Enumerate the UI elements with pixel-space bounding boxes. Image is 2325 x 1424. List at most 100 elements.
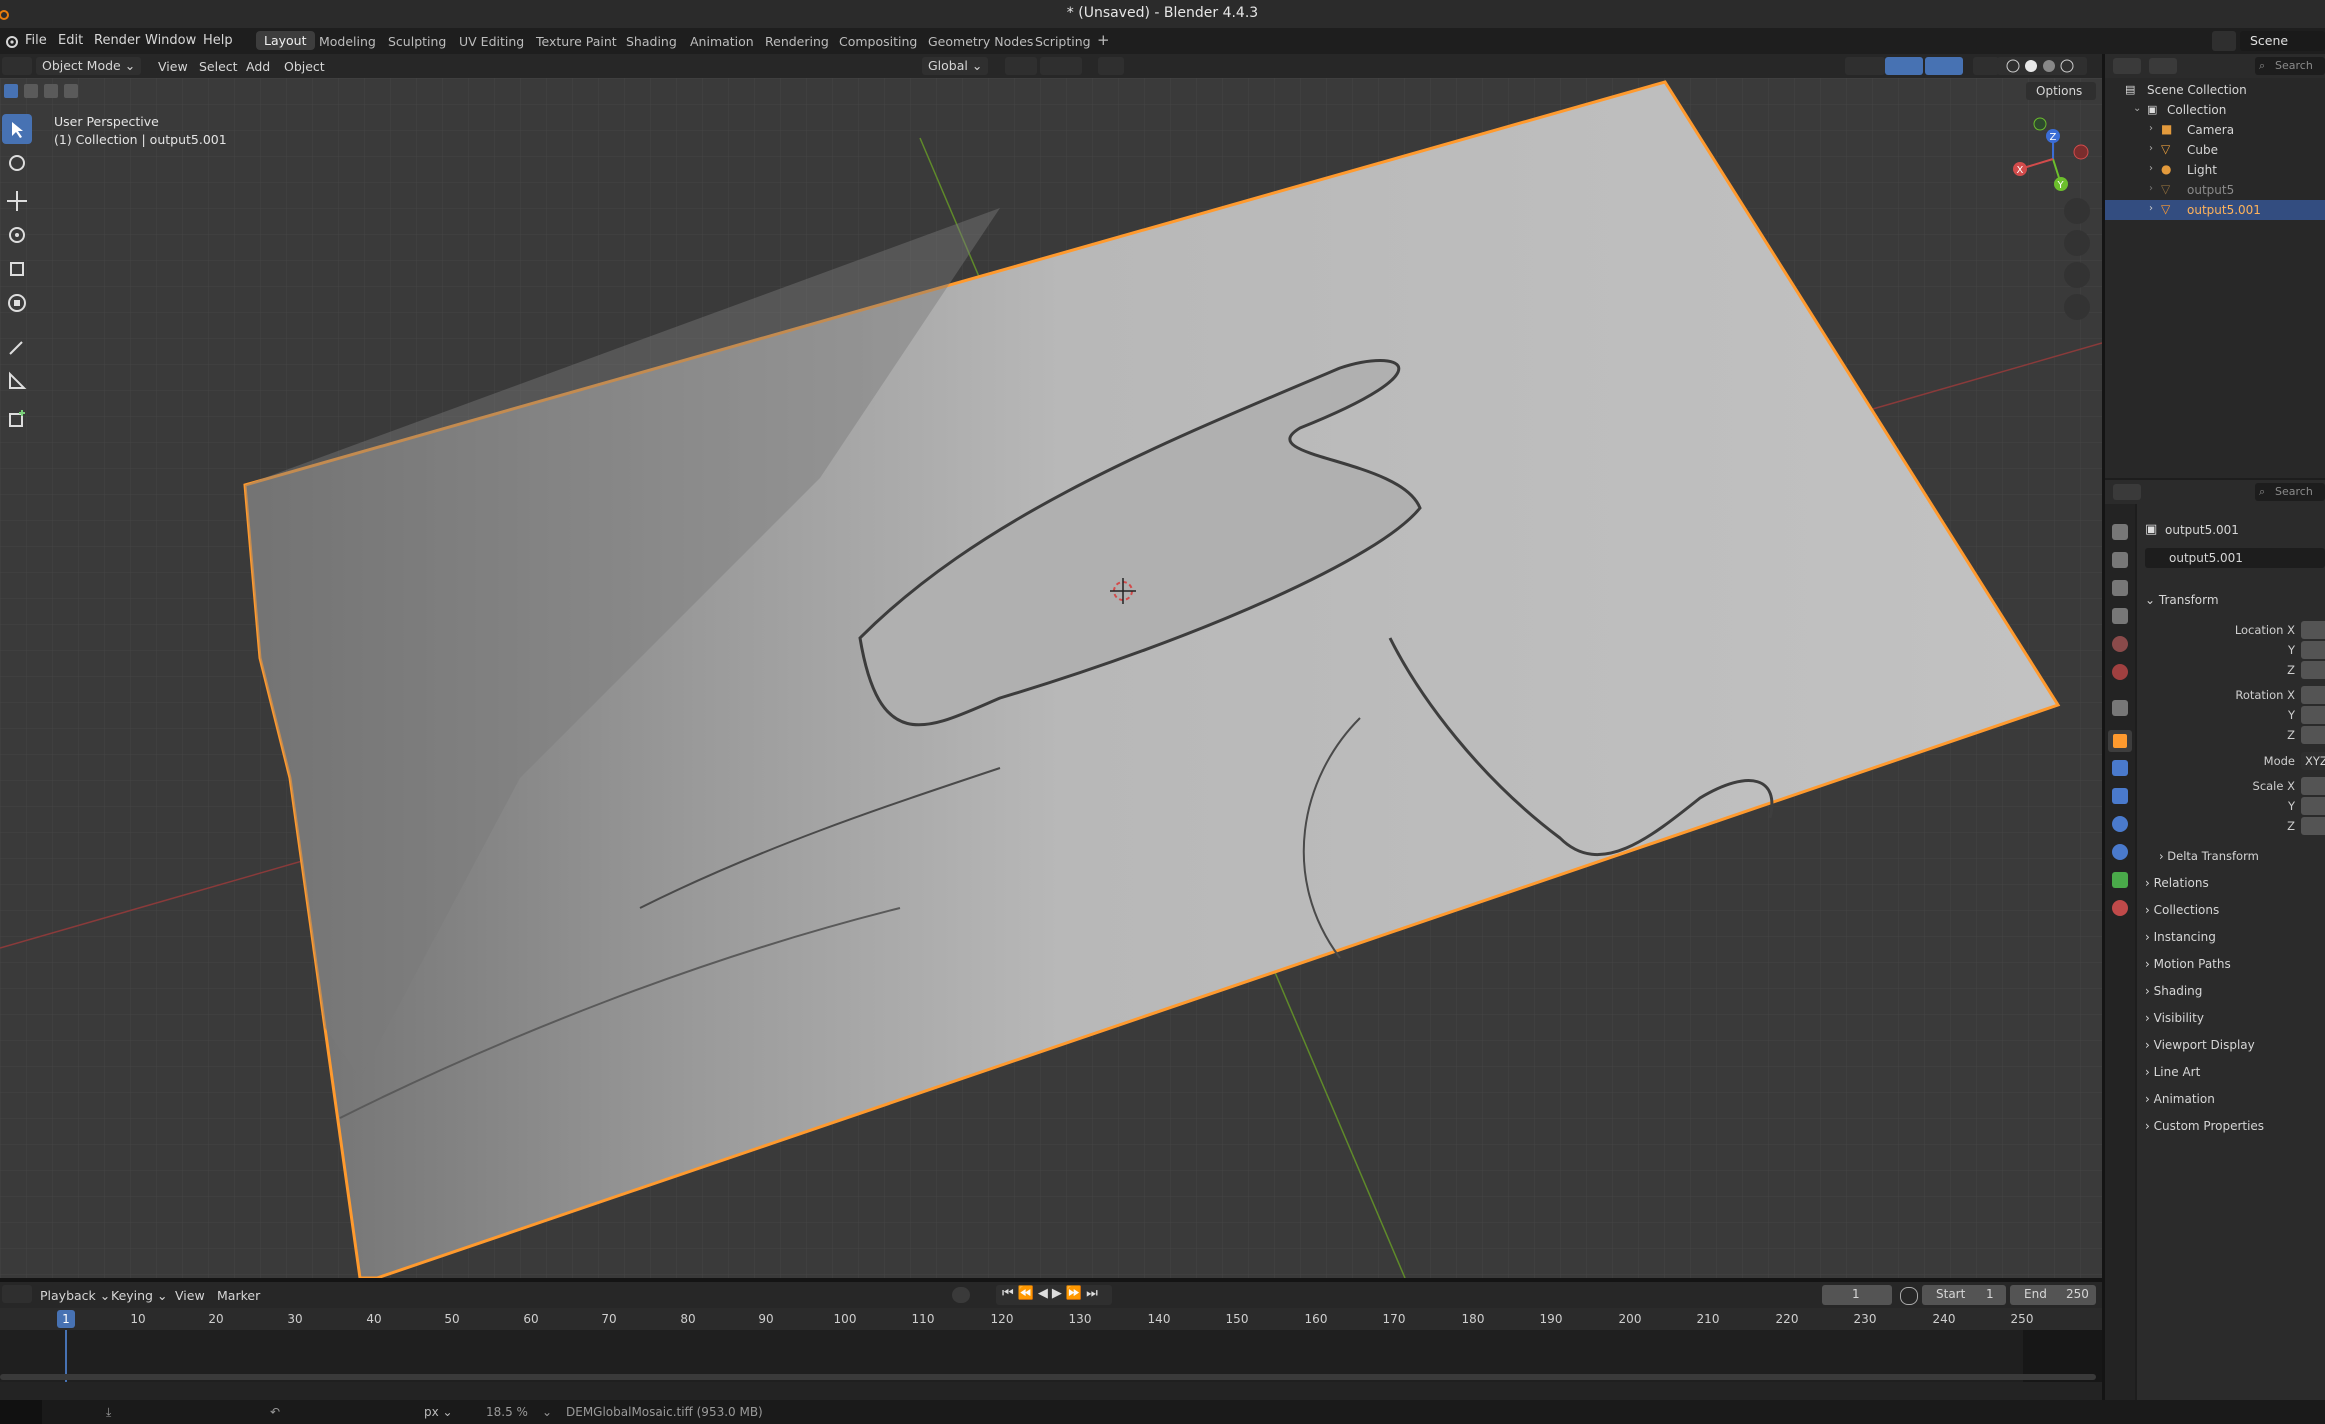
3d-viewport[interactable]: User Perspective (1) Collection | output… <box>0 78 2102 1278</box>
shading-modes[interactable] <box>1997 57 2087 75</box>
playback-menu[interactable]: Playback ⌄ <box>40 1288 110 1303</box>
menu-object[interactable]: Object <box>284 59 325 74</box>
collections-panel-header[interactable]: › Collections <box>2145 903 2219 917</box>
zoom-view-icon[interactable] <box>2064 198 2090 224</box>
transform-tool-icon[interactable] <box>2 288 32 318</box>
editor-type-icon[interactable] <box>2 57 32 75</box>
pan-view-icon[interactable] <box>2064 230 2090 256</box>
timeline-scrollbar[interactable] <box>0 1374 2096 1380</box>
menu-select[interactable]: Select <box>199 59 238 74</box>
properties-search-field[interactable]: ⌕ Search <box>2255 483 2325 501</box>
modifier-tab-icon[interactable] <box>2112 760 2128 776</box>
unit-label[interactable]: px ⌄ <box>424 1405 453 1419</box>
overlay-toggle-icon[interactable] <box>1925 57 1963 75</box>
select-mode-icons[interactable] <box>4 82 94 100</box>
viewport-canvas[interactable] <box>0 78 2102 1278</box>
end-frame-field[interactable]: End 250 <box>2010 1285 2096 1305</box>
tab-rendering[interactable]: Rendering <box>765 34 829 49</box>
object-mode-dropdown[interactable]: Object Mode ⌄ <box>36 57 142 75</box>
timeline-ruler[interactable]: 1 10 20 30 40 50 60 70 80 90 100 110 120… <box>0 1308 2102 1330</box>
timeline-view-menu[interactable]: View <box>175 1288 205 1303</box>
perspective-toggle-icon[interactable] <box>2064 294 2090 320</box>
rotation-mode-dropdown[interactable]: XYZ <box>2301 752 2325 770</box>
collapse-chevron-icon[interactable]: ⌄ <box>2133 103 2141 114</box>
keying-menu[interactable]: Keying ⌄ <box>111 1288 167 1303</box>
proportional-editing-icon[interactable] <box>1098 57 1124 75</box>
rotation-z-field[interactable] <box>2301 726 2325 744</box>
select-box-tool-icon[interactable] <box>2 114 32 144</box>
select-new-icon[interactable] <box>4 84 18 98</box>
scale-y-field[interactable] <box>2301 797 2325 815</box>
tab-modeling[interactable]: Modeling <box>319 34 376 49</box>
outliner-item-output5[interactable]: › ▽ output5 <box>2105 180 2325 200</box>
relations-panel-header[interactable]: › Relations <box>2145 876 2209 890</box>
use-preview-range-icon[interactable] <box>1900 1287 1918 1305</box>
tab-scripting[interactable]: Scripting <box>1035 34 1091 49</box>
rotate-tool-icon[interactable] <box>2 220 32 250</box>
scene-selector-icon[interactable] <box>2212 31 2236 51</box>
shading-panel-header[interactable]: › Shading <box>2145 984 2202 998</box>
timeline-editor-type-icon[interactable] <box>2 1285 32 1303</box>
marker-menu[interactable]: Marker <box>217 1288 260 1303</box>
pivot-point-icon[interactable] <box>1005 57 1037 75</box>
tool-tab-icon[interactable] <box>2112 524 2128 540</box>
object-tab-icon[interactable] <box>2108 730 2132 752</box>
menu-edit[interactable]: Edit <box>58 33 83 48</box>
location-x-field[interactable] <box>2301 621 2325 639</box>
tab-texture-paint[interactable]: Texture Paint <box>536 34 617 49</box>
camera-view-icon[interactable] <box>2064 262 2090 288</box>
tab-sculpting[interactable]: Sculpting <box>388 34 446 49</box>
instancing-panel-header[interactable]: › Instancing <box>2145 930 2216 944</box>
data-tab-icon[interactable] <box>2112 872 2128 888</box>
line-art-panel-header[interactable]: › Line Art <box>2145 1065 2200 1079</box>
select-intersect-icon[interactable] <box>64 84 78 98</box>
outliner-item-cube[interactable]: › ▽ Cube <box>2105 140 2325 160</box>
outliner-search-field[interactable]: ⌕ Search <box>2255 57 2325 75</box>
scene-tab-icon[interactable] <box>2112 636 2128 652</box>
material-tab-icon[interactable] <box>2112 900 2128 916</box>
tab-shading[interactable]: Shading <box>626 34 677 49</box>
move-tool-icon[interactable] <box>2 186 32 216</box>
menu-help[interactable]: Help <box>203 33 233 48</box>
cursor-tool-icon[interactable] <box>2 148 32 178</box>
tab-animation[interactable]: Animation <box>690 34 754 49</box>
menu-add[interactable]: Add <box>246 59 270 74</box>
select-extend-icon[interactable] <box>24 84 38 98</box>
options-dropdown[interactable]: Options <box>2026 82 2096 100</box>
motion-paths-panel-header[interactable]: › Motion Paths <box>2145 957 2231 971</box>
tab-uv-editing[interactable]: UV Editing <box>459 34 524 49</box>
outliner-item-output5-001[interactable]: › ▽ output5.001 <box>2105 200 2325 220</box>
properties-editor-type-icon[interactable] <box>2113 484 2141 500</box>
collection-tab-icon[interactable] <box>2112 700 2128 716</box>
snap-icon[interactable] <box>1040 57 1082 75</box>
custom-properties-panel-header[interactable]: › Custom Properties <box>2145 1119 2264 1133</box>
view-layer-tab-icon[interactable] <box>2112 608 2128 624</box>
output-tab-icon[interactable] <box>2112 580 2128 596</box>
tab-compositing[interactable]: Compositing <box>839 34 917 49</box>
measure-tool-icon[interactable] <box>2 366 32 396</box>
display-mode-icon[interactable] <box>2149 58 2177 74</box>
outliner-editor-type-icon[interactable] <box>2113 58 2141 74</box>
blender-menu-icon[interactable] <box>4 33 20 49</box>
transform-orientation-dropdown[interactable]: Global ⌄ <box>922 57 989 75</box>
scale-x-field[interactable] <box>2301 777 2325 795</box>
tab-layout[interactable]: Layout <box>256 31 315 50</box>
tab-geometry-nodes[interactable]: Geometry Nodes <box>928 34 1033 49</box>
visibility-panel-header[interactable]: › Visibility <box>2145 1011 2204 1025</box>
outliner-item-light[interactable]: › ● Light <box>2105 160 2325 180</box>
rotation-y-field[interactable] <box>2301 706 2325 724</box>
menu-render[interactable]: Render <box>94 33 140 48</box>
auto-keying-icon[interactable] <box>952 1287 970 1303</box>
menu-file[interactable]: File <box>25 33 47 48</box>
select-subtract-icon[interactable] <box>44 84 58 98</box>
navigation-gizmo[interactable]: Z Y X <box>2008 114 2098 204</box>
outliner-item-camera[interactable]: › ■ Camera <box>2105 120 2325 140</box>
object-name-field[interactable]: output5.001 <box>2145 548 2325 568</box>
timeline-tracks[interactable] <box>0 1330 2102 1382</box>
start-frame-field[interactable]: Start 1 <box>1922 1285 2006 1305</box>
delta-transform-header[interactable]: › Delta Transform <box>2159 849 2259 863</box>
transform-panel-header[interactable]: ⌄ Transform <box>2145 593 2219 607</box>
physics-tab-icon[interactable] <box>2112 816 2128 832</box>
animation-panel-header[interactable]: › Animation <box>2145 1092 2215 1106</box>
scene-collection-row[interactable]: ▤ Scene Collection <box>2105 80 2325 100</box>
